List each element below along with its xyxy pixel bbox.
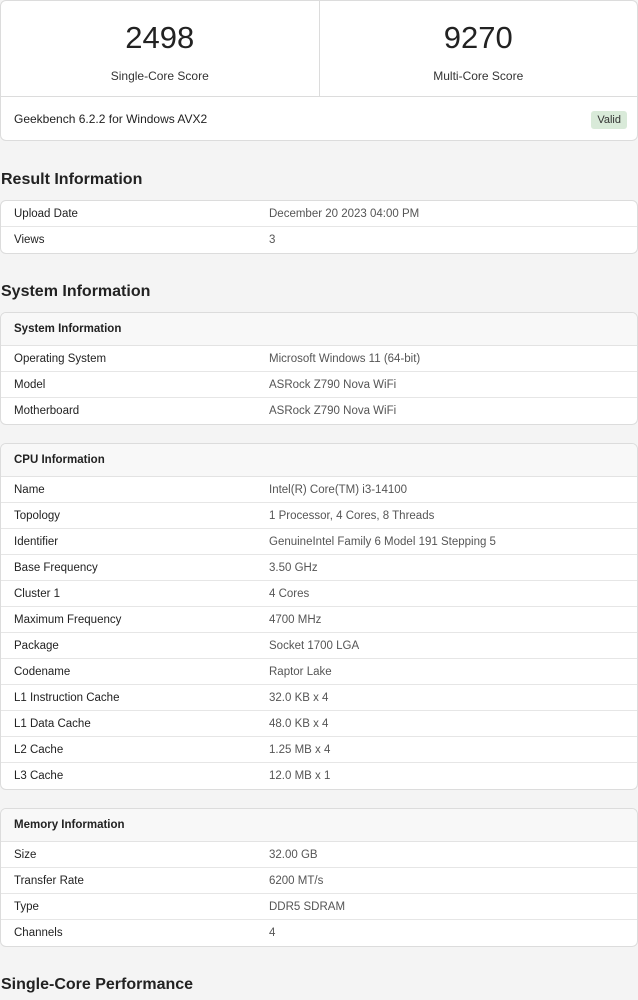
system-information-header: System Information	[1, 313, 637, 346]
score-card: 2498 Single-Core Score 9270 Multi-Core S…	[0, 0, 638, 141]
table-row: Operating System Microsoft Windows 11 (64…	[1, 346, 637, 372]
row-value: 4 Cores	[269, 587, 310, 600]
row-key: Model	[14, 378, 46, 391]
row-value: ASRock Z790 Nova WiFi	[269, 405, 397, 417]
row-key: Package	[14, 639, 59, 652]
row-key: Views	[14, 234, 45, 246]
row-key: L2 Cache	[14, 743, 64, 756]
row-value: 4	[269, 927, 276, 939]
multi-core-score-value: 9270	[443, 20, 513, 55]
row-key: Operating System	[14, 352, 107, 365]
row-value: 48.0 KB x 4	[269, 717, 329, 730]
table-row: Upload Date December 20 2023 04:00 PM	[1, 201, 637, 227]
table-row: Size 32.00 GB	[1, 842, 637, 868]
table-row: L3 Cache 12.0 MB x 1	[1, 763, 637, 789]
row-key: Motherboard	[14, 405, 80, 417]
row-key: Maximum Frequency	[14, 613, 122, 626]
row-value: ASRock Z790 Nova WiFi	[269, 378, 397, 391]
row-value: 12.0 MB x 1	[269, 770, 331, 782]
row-value: December 20 2023 04:00 PM	[269, 207, 420, 220]
row-key: L1 Instruction Cache	[14, 691, 120, 704]
row-value: Intel(R) Core(TM) i3-14100	[269, 483, 408, 496]
row-key: Size	[14, 848, 37, 861]
table-row: Type DDR5 SDRAM	[1, 894, 637, 920]
table-row: Codename Raptor Lake	[1, 659, 637, 685]
table-row: Cluster 1 4 Cores	[1, 581, 637, 607]
row-value: 4700 MHz	[269, 613, 322, 626]
table-row: L1 Data Cache 48.0 KB x 4	[1, 711, 637, 737]
table-row: Base Frequency 3.50 GHz	[1, 555, 637, 581]
cpu-information-header: CPU Information	[1, 444, 637, 477]
row-value: 3.50 GHz	[269, 561, 318, 574]
table-row: Model ASRock Z790 Nova WiFi	[1, 372, 637, 398]
system-information-card: System Information Operating System Micro…	[0, 312, 638, 425]
single-core-performance-title: Single-Core Performance	[1, 976, 194, 993]
row-value: Socket 1700 LGA	[269, 639, 360, 652]
row-key: Identifier	[14, 535, 59, 548]
multi-core-score: 9270 Multi-Core Score	[318, 1, 638, 96]
row-key: Name	[14, 483, 45, 496]
row-key: L1 Data Cache	[14, 717, 91, 730]
scores-row: 2498 Single-Core Score 9270 Multi-Core S…	[1, 1, 637, 97]
row-key: Type	[14, 900, 39, 913]
row-value: 3	[269, 234, 276, 246]
single-core-score-label: Single-Core Score	[110, 69, 209, 83]
row-key: Upload Date	[14, 207, 78, 220]
row-key: Codename	[14, 665, 71, 678]
memory-information-card: Memory Information Size 32.00 GB Transfer…	[0, 808, 638, 947]
row-value: 32.0 KB x 4	[269, 691, 329, 704]
row-value: DDR5 SDRAM	[269, 900, 346, 913]
table-row: Maximum Frequency 4700 MHz	[1, 607, 637, 633]
benchmark-version: Geekbench 6.2.2 for Windows AVX2	[14, 112, 208, 126]
table-row: Name Intel(R) Core(TM) i3-14100	[1, 477, 637, 503]
row-value: Microsoft Windows 11 (64-bit)	[269, 352, 421, 365]
row-value: 32.00 GB	[269, 848, 318, 861]
table-row: Package Socket 1700 LGA	[1, 633, 637, 659]
cpu-information-card: CPU Information Name Intel(R) Core(TM) i3…	[0, 443, 638, 790]
system-information-title: System Information	[1, 283, 151, 300]
result-information-card: Upload Date December 20 2023 04:00 PM Vie…	[0, 200, 638, 254]
single-core-score: 2498 Single-Core Score	[1, 1, 319, 96]
row-key: Cluster 1	[14, 587, 61, 600]
multi-core-score-label: Multi-Core Score	[433, 69, 524, 83]
table-row: Transfer Rate 6200 MT/s	[1, 868, 637, 894]
row-key: Topology	[14, 509, 61, 522]
table-row: Identifier GenuineIntel Family 6 Model 19…	[1, 529, 637, 555]
row-value: 1.25 MB x 4	[269, 743, 331, 756]
valid-badge: Valid	[591, 111, 627, 129]
version-row: Geekbench 6.2.2 for Windows AVX2 Valid	[1, 97, 637, 140]
table-row: Channels 4	[1, 920, 637, 946]
row-value: Raptor Lake	[269, 665, 332, 678]
row-key: Base Frequency	[14, 561, 98, 574]
result-information-title: Result Information	[1, 171, 143, 188]
table-row: Topology 1 Processor, 4 Cores, 8 Threads	[1, 503, 637, 529]
row-key: L3 Cache	[14, 770, 64, 782]
single-core-score-value: 2498	[125, 20, 195, 55]
row-key: Transfer Rate	[14, 874, 84, 887]
memory-information-header: Memory Information	[1, 809, 637, 842]
row-value: 1 Processor, 4 Cores, 8 Threads	[269, 509, 435, 522]
row-value: 6200 MT/s	[269, 874, 324, 887]
table-row: L2 Cache 1.25 MB x 4	[1, 737, 637, 763]
table-row: Motherboard ASRock Z790 Nova WiFi	[1, 398, 637, 424]
table-row: L1 Instruction Cache 32.0 KB x 4	[1, 685, 637, 711]
row-value: GenuineIntel Family 6 Model 191 Stepping…	[269, 535, 496, 548]
row-key: Channels	[14, 927, 63, 939]
table-row: Views 3	[1, 227, 637, 253]
